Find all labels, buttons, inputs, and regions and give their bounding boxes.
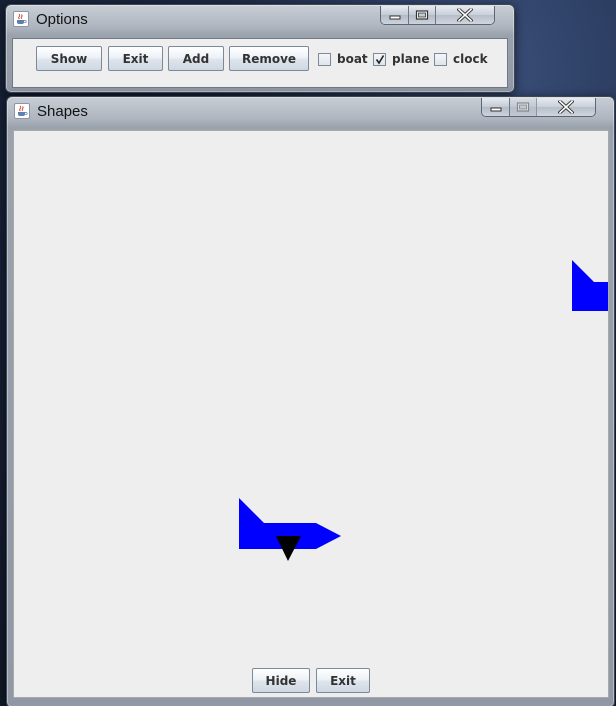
options-maximize-button[interactable] [409, 6, 436, 24]
checkmark-icon [375, 54, 385, 64]
shapes-canvas[interactable]: Hide Exit [13, 130, 609, 698]
java-coffee-icon [13, 11, 29, 27]
java-coffee-icon [14, 103, 30, 119]
options-minimize-button[interactable] [381, 6, 409, 24]
shapes-window: Shapes Hide Exit [6, 96, 615, 706]
close-icon [558, 100, 574, 114]
boat-checkbox[interactable]: boat [318, 50, 368, 68]
remove-button[interactable]: Remove [229, 46, 309, 71]
clock-checkbox-label: clock [453, 52, 488, 66]
boat-checkbox-label: boat [337, 52, 368, 66]
shapes-window-title: Shapes [37, 103, 88, 120]
shapes-close-button[interactable] [537, 98, 595, 116]
clock-checkbox[interactable]: clock [434, 50, 488, 68]
hide-button[interactable]: Hide [252, 668, 310, 693]
minimize-icon [389, 15, 400, 20]
show-button[interactable]: Show [36, 46, 102, 71]
options-panel: Show Exit Add Remove boat plane clock [12, 38, 508, 88]
options-window: Options Show Exit Add Remove boat plane … [5, 4, 515, 93]
options-close-button[interactable] [436, 6, 494, 24]
options-titlebar[interactable]: Options [6, 5, 514, 33]
boat-checkbox-box[interactable] [318, 52, 331, 66]
options-window-title: Options [36, 11, 88, 28]
add-button[interactable]: Add [168, 46, 224, 71]
plane-checkbox[interactable]: plane [373, 50, 429, 68]
shapes-maximize-button [510, 98, 537, 116]
close-icon [457, 8, 473, 22]
shapes-caption-buttons [481, 98, 596, 117]
maximize-icon [516, 102, 530, 112]
exit-button[interactable]: Exit [108, 46, 163, 71]
plane-shape-partial [572, 260, 608, 311]
plane-checkbox-label: plane [392, 52, 430, 66]
clock-checkbox-box[interactable] [434, 52, 447, 66]
plane-checkbox-box[interactable] [373, 52, 386, 66]
shapes-titlebar[interactable]: Shapes [7, 97, 614, 125]
shapes-exit-button[interactable]: Exit [316, 668, 370, 693]
minimize-icon [490, 107, 501, 112]
shapes-minimize-button[interactable] [482, 98, 510, 116]
options-caption-buttons [380, 6, 495, 25]
maximize-icon [415, 10, 429, 20]
